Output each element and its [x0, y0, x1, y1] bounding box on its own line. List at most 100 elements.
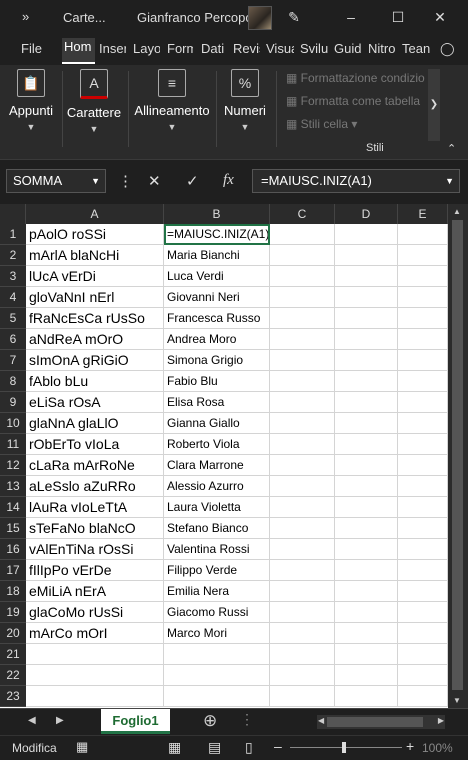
tab-file[interactable]: File [21, 41, 43, 56]
cell-b22[interactable] [164, 665, 270, 686]
cell-b10[interactable]: Gianna Giallo [164, 413, 270, 434]
cell-c7[interactable] [270, 350, 335, 371]
tab-developer[interactable]: Svilu [300, 41, 328, 56]
cell-d13[interactable] [335, 476, 398, 497]
tab-guide[interactable]: Guid [334, 41, 362, 56]
prev-sheet-icon[interactable]: ◀ [28, 715, 36, 726]
cell-a1[interactable]: pAolO roSSi [26, 224, 164, 245]
cell-d6[interactable] [335, 329, 398, 350]
insert-function-icon[interactable]: fx [223, 172, 234, 189]
column-header-c[interactable]: C [270, 204, 335, 224]
column-header-a[interactable]: A [26, 204, 164, 224]
cell-e11[interactable] [398, 434, 448, 455]
formula-input[interactable]: =MAIUSC.INIZ(A1) ▼ [252, 169, 460, 193]
cell-e4[interactable] [398, 287, 448, 308]
enter-icon[interactable]: ✓ [186, 172, 199, 190]
ribbon-scroll-right-icon[interactable]: ❯ [428, 69, 440, 141]
format-as-table-button[interactable]: ▦ Formatta come tabella [286, 92, 425, 115]
scroll-thumb[interactable] [452, 220, 463, 690]
row-header[interactable]: 5 [0, 308, 26, 329]
more-options-icon[interactable]: ⋮ [118, 172, 133, 190]
row-header[interactable]: 18 [0, 581, 26, 602]
tab-team[interactable]: Tean [402, 41, 430, 56]
row-header[interactable]: 13 [0, 476, 26, 497]
cell-a15[interactable]: sTeFaNo blaNcO [26, 518, 164, 539]
cell-b9[interactable]: Elisa Rosa [164, 392, 270, 413]
sheet-tab-foglio1[interactable]: Foglio1 [101, 709, 170, 734]
cell-e15[interactable] [398, 518, 448, 539]
conditional-formatting-button[interactable]: ▦ Formattazione condizio [286, 69, 425, 92]
cell-d12[interactable] [335, 455, 398, 476]
font-button[interactable]: A Carattere ▼ [66, 69, 122, 134]
cell-e17[interactable] [398, 560, 448, 581]
cell-styles-button[interactable]: ▦ Stili cella ▾ [286, 115, 425, 138]
tab-data[interactable]: Dati [201, 41, 226, 56]
scroll-left-icon[interactable]: ◀ [318, 716, 324, 725]
cell-c22[interactable] [270, 665, 335, 686]
tab-nitro[interactable]: Nitro [368, 41, 396, 56]
cell-d7[interactable] [335, 350, 398, 371]
collapse-ribbon-icon[interactable]: ⌃ [447, 142, 456, 155]
cell-a8[interactable]: fAblo bLu [26, 371, 164, 392]
user-name[interactable]: Gianfranco Percopo [137, 10, 253, 25]
cell-a19[interactable]: glaCoMo rUsSi [26, 602, 164, 623]
quick-access-chevron-icon[interactable]: » [22, 9, 29, 24]
row-header[interactable]: 11 [0, 434, 26, 455]
cell-c23[interactable] [270, 686, 335, 707]
zoom-slider[interactable] [290, 742, 402, 753]
cell-d14[interactable] [335, 497, 398, 518]
cell-e19[interactable] [398, 602, 448, 623]
cell-a13[interactable]: aLeSslo aZuRRo [26, 476, 164, 497]
cell-d15[interactable] [335, 518, 398, 539]
vertical-scrollbar[interactable]: ▲ ▼ [448, 204, 468, 708]
cell-e9[interactable] [398, 392, 448, 413]
cell-d19[interactable] [335, 602, 398, 623]
zoom-in-icon[interactable]: + [406, 738, 414, 754]
number-button[interactable]: % Numeri ▼ [222, 69, 268, 132]
cell-a14[interactable]: lAuRa vIoLeTtA [26, 497, 164, 518]
row-header[interactable]: 4 [0, 287, 26, 308]
cell-b17[interactable]: Filippo Verde [164, 560, 270, 581]
cell-a16[interactable]: vAlEnTiNa rOsSi [26, 539, 164, 560]
cell-e23[interactable] [398, 686, 448, 707]
minimize-icon[interactable]: – [336, 6, 366, 28]
cell-a18[interactable]: eMiLiA nErA [26, 581, 164, 602]
cell-c12[interactable] [270, 455, 335, 476]
cell-e16[interactable] [398, 539, 448, 560]
row-header[interactable]: 19 [0, 602, 26, 623]
column-header-e[interactable]: E [398, 204, 448, 224]
clipboard-button[interactable]: 📋 Appunti ▼ [6, 69, 56, 132]
cell-a5[interactable]: fRaNcEsCa rUsSo [26, 308, 164, 329]
cell-a10[interactable]: glaNnA glaLlO [26, 413, 164, 434]
zoom-out-icon[interactable]: – [274, 738, 282, 754]
cell-c17[interactable] [270, 560, 335, 581]
cell-d8[interactable] [335, 371, 398, 392]
scroll-down-icon[interactable]: ▼ [453, 696, 461, 705]
cell-b21[interactable] [164, 644, 270, 665]
tab-insert[interactable]: Inser [99, 41, 126, 56]
cell-c9[interactable] [270, 392, 335, 413]
row-header[interactable]: 15 [0, 518, 26, 539]
cell-a4[interactable]: gloVaNnI nErl [26, 287, 164, 308]
cell-c1[interactable] [270, 224, 335, 245]
cell-d21[interactable] [335, 644, 398, 665]
row-header[interactable]: 21 [0, 644, 26, 665]
row-header[interactable]: 16 [0, 539, 26, 560]
next-sheet-icon[interactable]: ▶ [56, 715, 64, 726]
cell-c8[interactable] [270, 371, 335, 392]
cell-b2[interactable]: Maria Bianchi [164, 245, 270, 266]
cell-b4[interactable]: Giovanni Neri [164, 287, 270, 308]
cell-c5[interactable] [270, 308, 335, 329]
row-header[interactable]: 7 [0, 350, 26, 371]
column-header-b[interactable]: B [164, 204, 270, 224]
row-header[interactable]: 22 [0, 665, 26, 686]
cell-c10[interactable] [270, 413, 335, 434]
cell-b16[interactable]: Valentina Rossi [164, 539, 270, 560]
cell-c21[interactable] [270, 644, 335, 665]
cell-d11[interactable] [335, 434, 398, 455]
close-icon[interactable]: ✕ [425, 6, 455, 28]
cell-c14[interactable] [270, 497, 335, 518]
cell-b5[interactable]: Francesca Russo [164, 308, 270, 329]
alignment-button[interactable]: ≡ Allineamento ▼ [133, 69, 211, 132]
cell-d2[interactable] [335, 245, 398, 266]
